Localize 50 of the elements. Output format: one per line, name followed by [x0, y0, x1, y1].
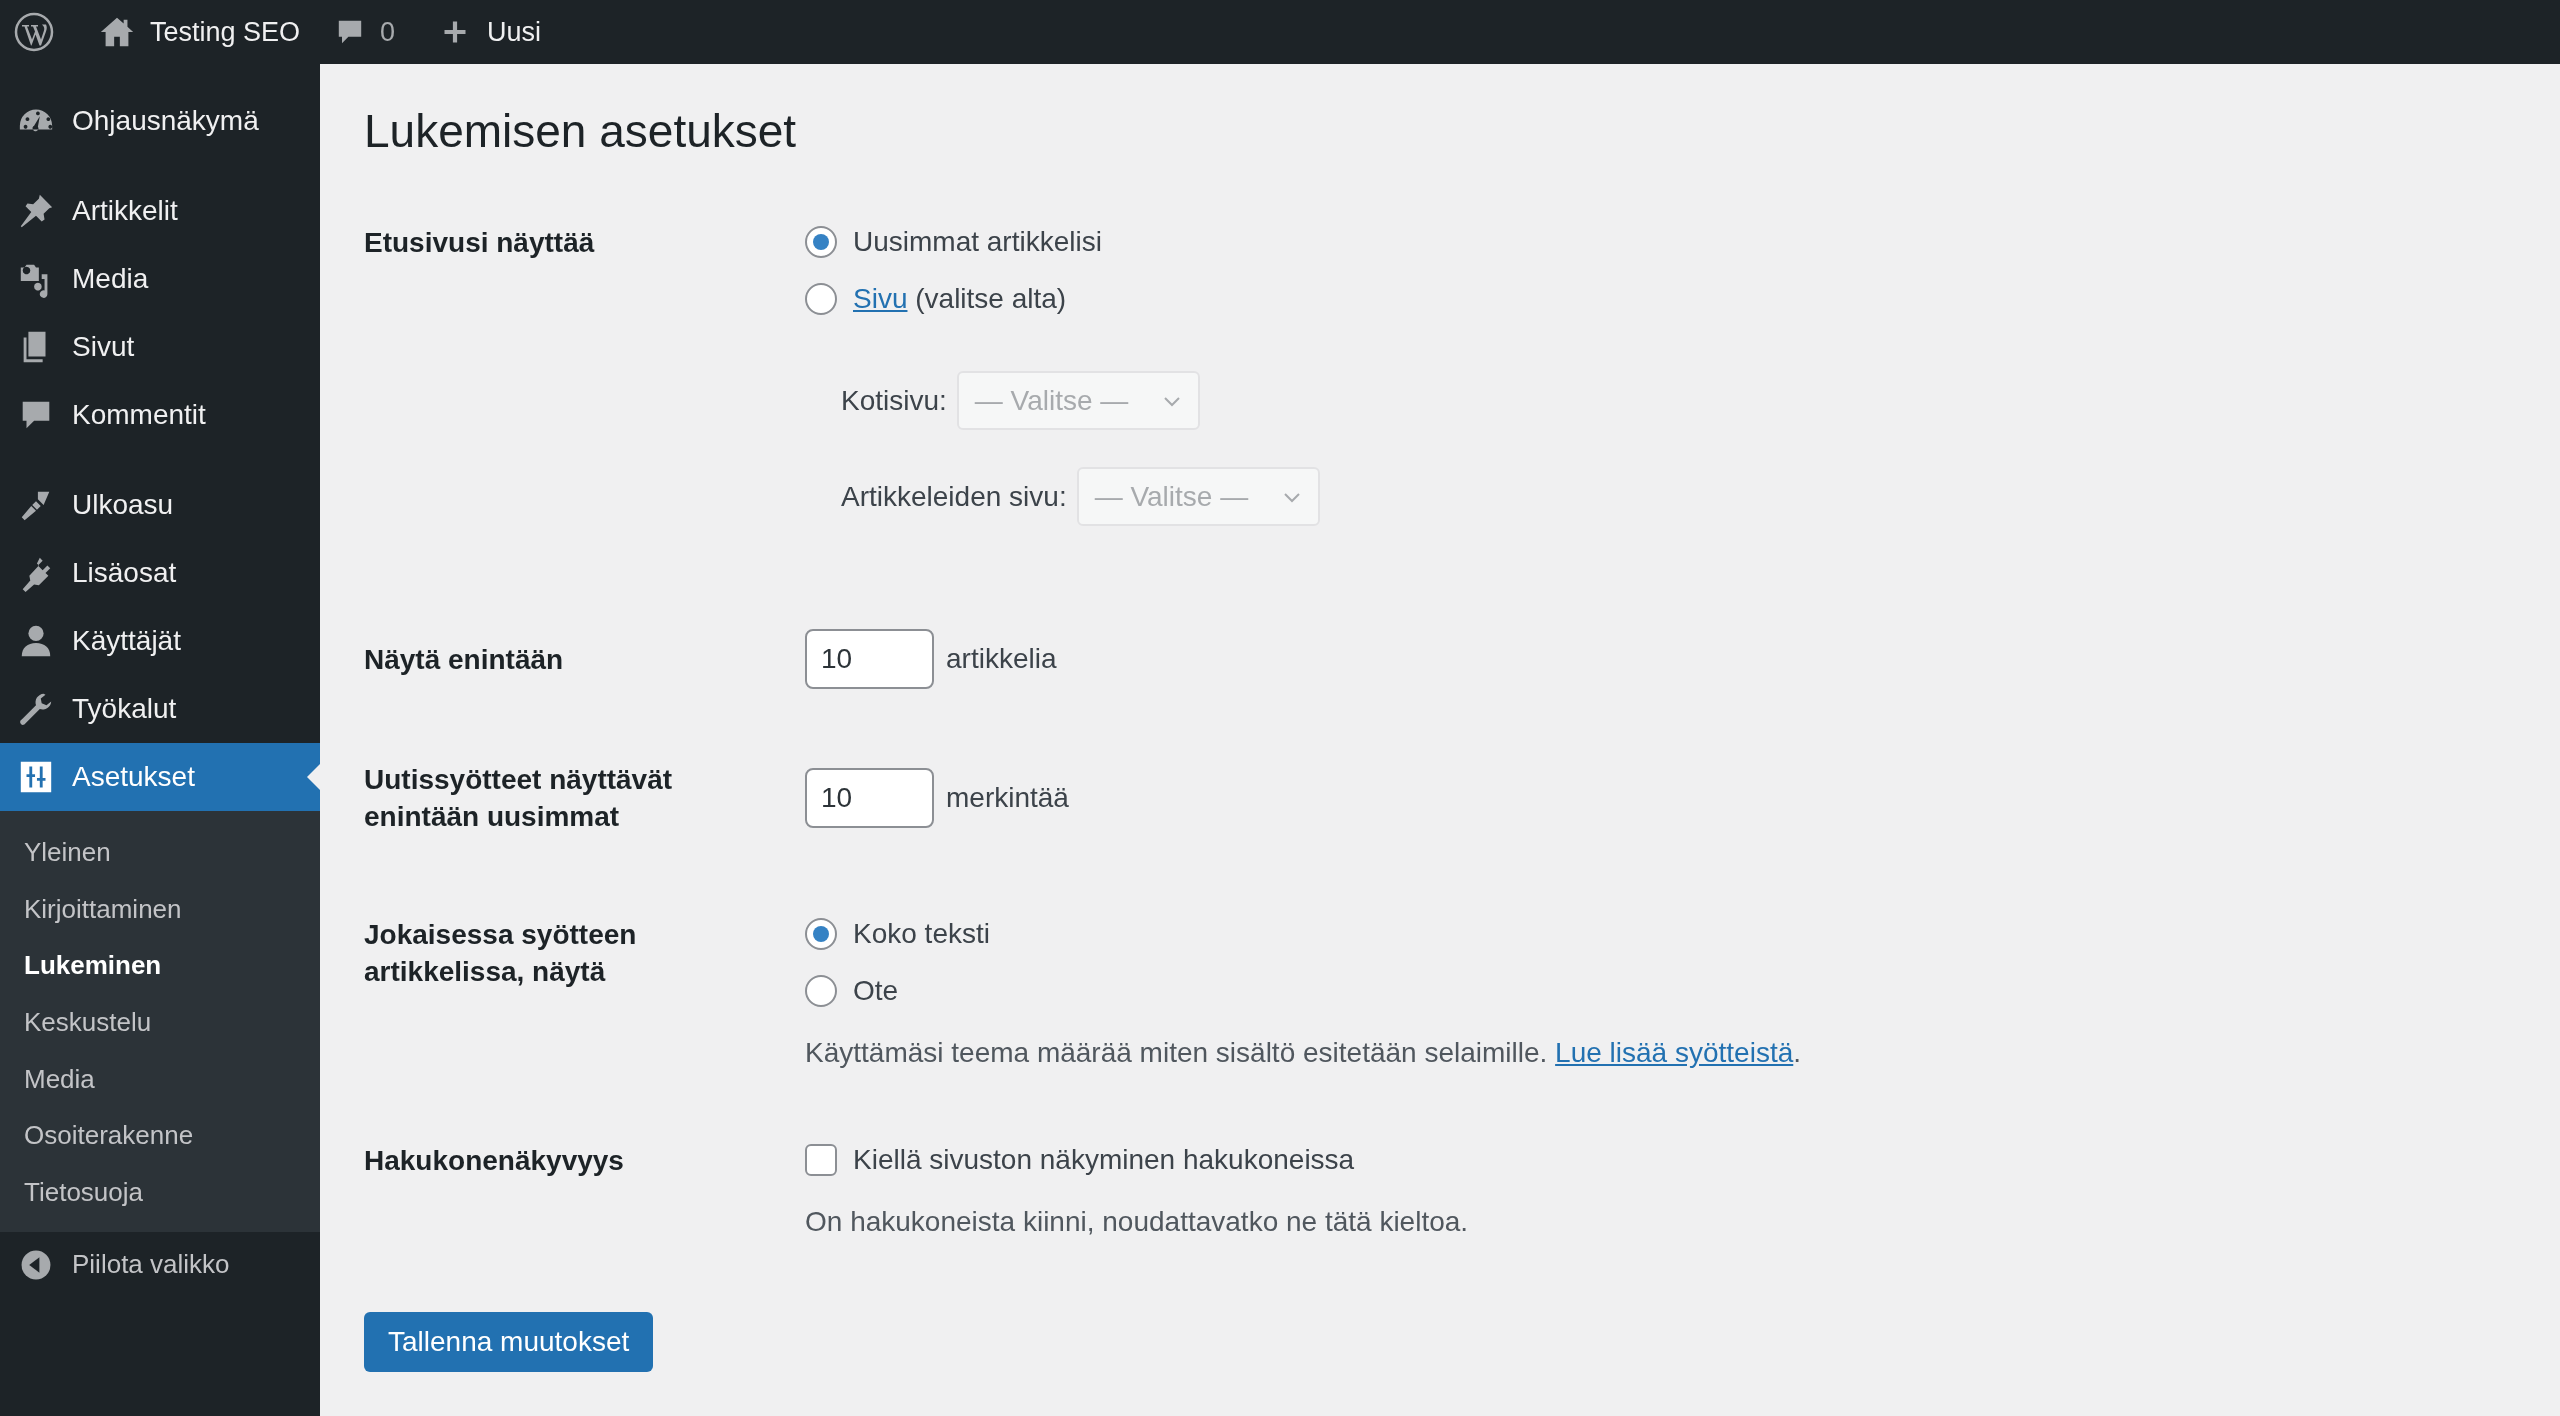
sidebar-menu-item[interactable]: Lisäosat	[0, 539, 320, 607]
sidebar-menu-item[interactable]: Asetukset	[0, 743, 320, 811]
save-button[interactable]: Tallenna muutokset	[364, 1312, 654, 1372]
option-label: Uusimmat artikkelisi	[853, 225, 1102, 259]
unit-label: artikkelia	[946, 642, 1057, 676]
sidebar-menu-item[interactable]: Media	[0, 245, 320, 313]
option-label: Ote	[853, 974, 899, 1008]
checkbox-label: Kiellä sivuston näkyminen hakukoneissa	[853, 1143, 1355, 1177]
help-text: On hakukoneista kiinni, noudattavatko ne tätä kieltoa.	[805, 1205, 1470, 1239]
sidebar-menu-item[interactable]: Käyttäjät	[0, 607, 320, 675]
setting-label: Näytä enintään	[364, 642, 565, 677]
setting-label: Etusivusi näyttää	[364, 226, 596, 260]
current-page-pointer	[307, 764, 320, 790]
radio-button[interactable]	[805, 283, 837, 315]
site-name-link[interactable]: Testing SEO	[150, 11, 301, 53]
sidebar-menu-item[interactable]: Artikkelit	[0, 177, 320, 245]
radio-button[interactable]	[805, 918, 837, 950]
submenu-item[interactable]: Osoiterakenne	[0, 1107, 320, 1165]
select-label: Artikkeleiden sivu:	[841, 479, 1067, 514]
number-input[interactable]: 10	[805, 768, 934, 828]
help-text: Käyttämäsi teema määrää miten sisältö esitetään selaimille. Lue lisää syötteistä.	[805, 1036, 1803, 1070]
radio-button[interactable]	[805, 226, 837, 258]
sidebar-menu-item[interactable]: Kommentit	[0, 381, 320, 449]
new-link[interactable]: Uusi	[487, 11, 542, 53]
submenu-item[interactable]: Kirjoittaminen	[0, 880, 320, 938]
option-label: Koko teksti	[853, 917, 990, 951]
checkbox[interactable]	[805, 1144, 837, 1176]
wordpress-logo-icon[interactable]	[14, 12, 54, 52]
setting-label: Hakukonenäkyvyys	[364, 1144, 625, 1178]
submenu-item[interactable]: Tietosuoja	[0, 1164, 320, 1221]
setting-label: Jokaisessa syötteen artikkelissa, näytä	[364, 918, 638, 989]
submenu-item[interactable]: Keskustelu	[0, 994, 320, 1051]
number-input[interactable]: 10	[805, 629, 934, 689]
help-link[interactable]: Lue lisää syötteistä	[1555, 1037, 1794, 1068]
submenu-item[interactable]: Media	[0, 1050, 320, 1108]
page-title: Lukemisen asetukset	[364, 104, 798, 159]
unit-label: merkintää	[946, 781, 1069, 815]
select-label: Kotisivu:	[841, 383, 947, 418]
sidebar-menu-item[interactable]: Ulkoasu	[0, 471, 320, 539]
submenu-item[interactable]: Yleinen	[0, 824, 320, 881]
sidebar-menu-item[interactable]: Sivut	[0, 313, 320, 381]
sidebar-menu-item[interactable]: Työkalut	[0, 675, 320, 743]
option-label: Sivu (valitse alta)	[853, 282, 1067, 316]
submenu-item[interactable]: Lukeminen	[0, 937, 320, 995]
option-link[interactable]: Sivu	[853, 283, 908, 314]
comment-count: 0	[380, 15, 396, 49]
setting-label: Uutissyötteet näyttävät enintään uusimmat	[364, 763, 674, 834]
collapse-menu-button[interactable]: Piilota valikko	[0, 1231, 320, 1298]
sidebar-menu-item[interactable]: Ohjausnäkymä	[0, 87, 320, 155]
radio-button[interactable]	[805, 975, 837, 1007]
